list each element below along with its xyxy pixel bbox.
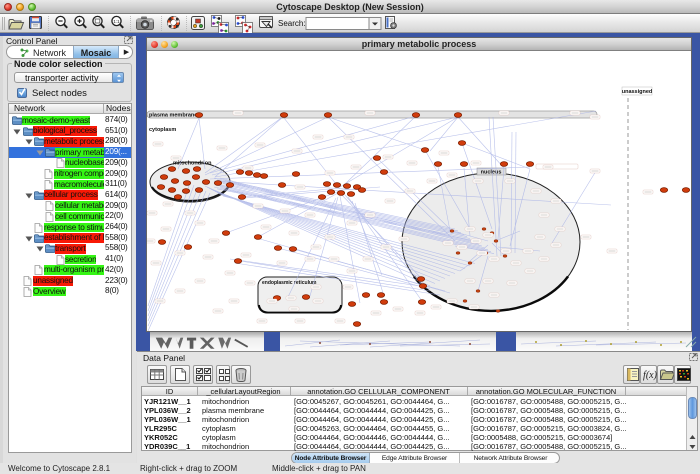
svg-text:Search:: Search: (278, 19, 306, 28)
svg-text:endoplasmic reticulum: endoplasmic reticulum (262, 280, 317, 286)
svg-text:1:1: 1:1 (113, 19, 120, 24)
svg-text:f(x): f(x) (643, 370, 658, 381)
svg-text:nucleus: nucleus (481, 170, 502, 176)
svg-text:cytoplasm: cytoplasm (149, 127, 176, 133)
svg-text:plasma membrane: plasma membrane (149, 113, 197, 119)
svg-text:unassigned: unassigned (622, 89, 653, 95)
svg-text:mitochondrion: mitochondrion (173, 161, 212, 167)
